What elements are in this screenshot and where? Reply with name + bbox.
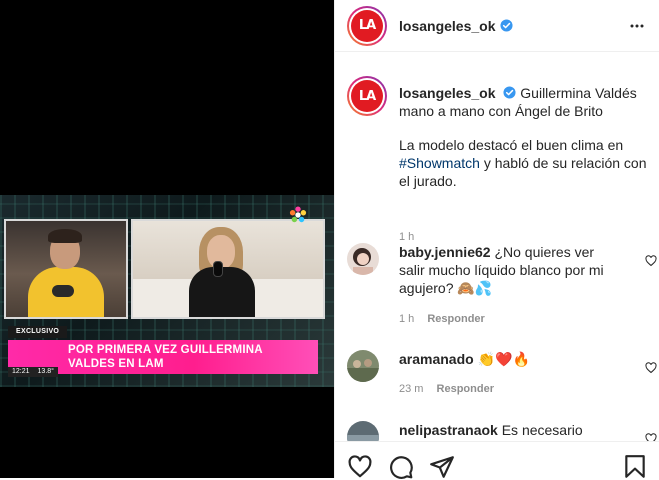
reply-button[interactable]: Responder xyxy=(437,383,494,395)
brand-logo: LA xyxy=(351,9,383,42)
avatar-ring-inner: LA xyxy=(349,7,385,44)
verified-badge-icon xyxy=(499,19,513,32)
more-options-icon[interactable] xyxy=(629,18,645,34)
comments-scroll-area[interactable]: LA losangeles_ok Guillermina Valdés mano… xyxy=(335,53,659,441)
exclusive-badge: EXCLUSIVO xyxy=(8,326,68,338)
brand-logo: LA xyxy=(351,80,383,112)
ticker-time: 12:21 xyxy=(12,368,30,375)
microphone xyxy=(213,261,223,277)
video-ticker: 12:21 13.8° xyxy=(8,367,58,377)
commenter-avatar[interactable] xyxy=(347,350,379,382)
instagram-post: EXCLUSIVO POR PRIMERA VEZ GUILLERMINA VA… xyxy=(0,0,659,480)
share-icon[interactable] xyxy=(429,454,455,480)
caption-paragraph: La modelo destacó el buen clima en #Show… xyxy=(399,136,647,190)
comment-content: 👏❤️🔥 xyxy=(477,351,530,367)
like-comment-icon[interactable] xyxy=(645,362,657,374)
commenter-avatar[interactable] xyxy=(347,421,379,441)
headline-line-2: VALDES EN LAM xyxy=(68,358,164,370)
comment-meta: 23 m Responder xyxy=(399,383,494,395)
caption-avatar[interactable]: LA xyxy=(347,76,387,116)
like-comment-icon[interactable] xyxy=(645,433,657,441)
comment-time[interactable]: 1 h xyxy=(399,313,414,325)
guest-camera-feed xyxy=(131,219,325,319)
channel-logo-icon xyxy=(289,206,307,223)
author-avatar[interactable]: LA xyxy=(347,5,387,46)
avatar-ring-inner: LA xyxy=(349,78,385,114)
comment-meta: 1 h Responder xyxy=(399,313,485,325)
commenter-username[interactable]: nelipastranaok xyxy=(399,422,498,438)
comment-text: baby.jennie62 ¿No quieres ver salir much… xyxy=(399,243,619,297)
commenter-username[interactable]: baby.jennie62 xyxy=(399,244,491,260)
like-comment-icon[interactable] xyxy=(645,255,657,267)
comment-icon[interactable] xyxy=(388,454,414,480)
comment-text: nelipastranaok Es necesario xyxy=(399,421,619,439)
verified-badge-icon xyxy=(503,86,516,99)
headline-line-1: POR PRIMERA VEZ GUILLERMINA xyxy=(68,344,263,356)
caption-timestamp[interactable]: 1 h xyxy=(399,231,414,243)
post-sidebar: LA losangeles_ok LA losangeles_ok Guille… xyxy=(334,0,659,480)
like-icon[interactable] xyxy=(347,454,373,480)
avatar-photo xyxy=(347,243,379,275)
post-header: LA losangeles_ok xyxy=(335,0,659,52)
author-username[interactable]: losangeles_ok xyxy=(399,18,496,34)
commenter-avatar[interactable] xyxy=(347,243,379,275)
video-frame[interactable]: EXCLUSIVO POR PRIMERA VEZ GUILLERMINA VA… xyxy=(0,195,334,387)
caption-username[interactable]: losangeles_ok xyxy=(399,85,496,101)
avatar-photo xyxy=(347,350,379,382)
host-camera-feed xyxy=(4,219,128,319)
hashtag-link[interactable]: #Showmatch xyxy=(399,155,480,171)
avatar-photo xyxy=(347,421,379,441)
host-hair xyxy=(48,229,82,243)
comment-time[interactable]: 23 m xyxy=(399,383,423,395)
comment-content: Es necesario xyxy=(501,422,583,438)
host-hands xyxy=(52,285,74,297)
comment-text: aramanado 👏❤️🔥 xyxy=(399,350,619,368)
caption-text: losangeles_ok Guillermina Valdés mano a … xyxy=(399,84,647,190)
save-icon[interactable] xyxy=(622,454,648,480)
post-media[interactable]: EXCLUSIVO POR PRIMERA VEZ GUILLERMINA VA… xyxy=(0,0,334,478)
caption-text-before-hashtag: La modelo destacó el buen clima en xyxy=(399,137,624,153)
reply-button[interactable]: Responder xyxy=(427,313,484,325)
post-actions-bar xyxy=(335,441,659,480)
commenter-username[interactable]: aramanado xyxy=(399,351,474,367)
ticker-temperature: 13.8° xyxy=(37,368,54,375)
